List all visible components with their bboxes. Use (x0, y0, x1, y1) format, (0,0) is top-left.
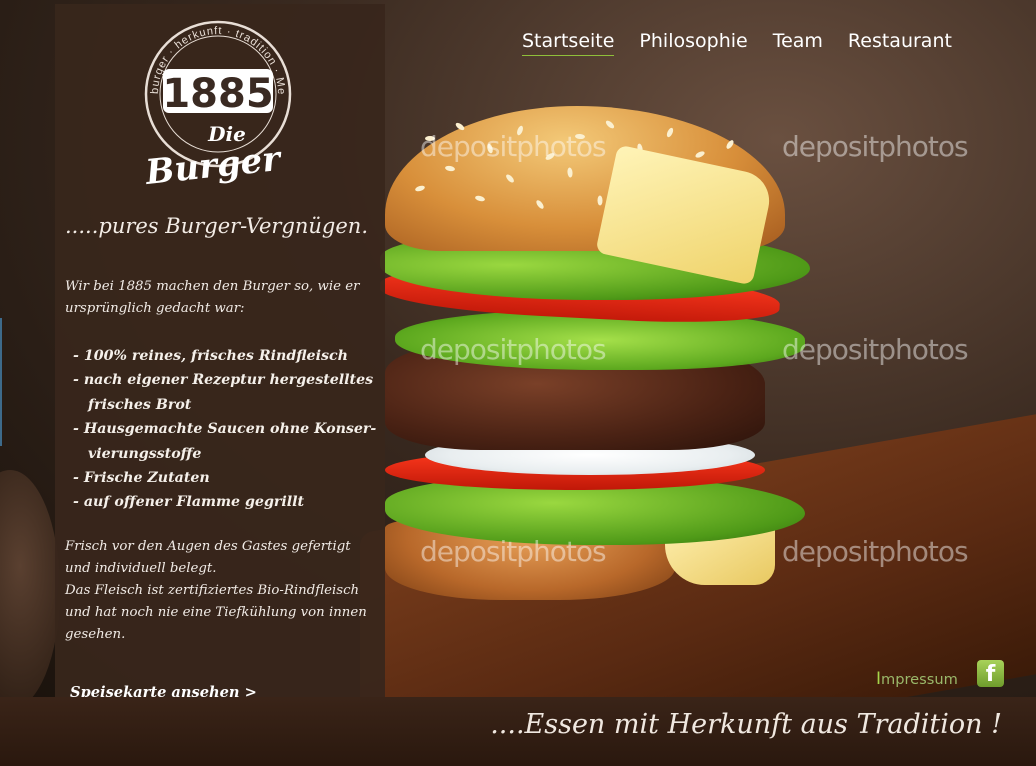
watermark: depositphotos (420, 535, 607, 568)
sesame-seed (534, 199, 546, 210)
feature-item: - 100% reines, frisches Rindfleisch (73, 348, 348, 364)
footer-slogan: ....Essen mit Herkunft aus Tradition ! (490, 709, 1002, 740)
feature-item: - nach eigener Rezeptur hergestelltes fr… (73, 372, 374, 413)
sesame-seed (694, 150, 706, 159)
nav-team[interactable]: Team (773, 30, 823, 56)
watermark: depositphotos (782, 333, 969, 366)
watermark: depositphotos (420, 333, 607, 366)
content-panel: burger · herkunft · tradition · Me … tur… (55, 4, 385, 701)
sesame-seed (566, 167, 574, 178)
window-edge (0, 318, 2, 446)
impressum-label: mpressum (881, 671, 958, 688)
nav-philosophie[interactable]: Philosophie (639, 30, 747, 56)
description-line-2: Das Fleisch ist zertifiziertes Bio-Rindf… (65, 583, 367, 642)
impressum-link[interactable]: Impressum (876, 669, 958, 689)
nav-startseite[interactable]: Startseite (522, 30, 615, 56)
page: depositphotos depositphotos depositphoto… (0, 0, 1036, 766)
footer: ....Essen mit Herkunft aus Tradition ! (0, 697, 1036, 766)
sesame-seed (504, 173, 516, 184)
sesame-seed (597, 195, 603, 206)
sesame-seed (665, 126, 675, 139)
sesame-seed (444, 165, 456, 172)
feature-item: - Hausgemachte Saucen ohne Konser- vieru… (73, 421, 377, 462)
facebook-icon[interactable]: f (977, 660, 1004, 687)
logo-1885-die-burger[interactable]: burger · herkunft · tradition · Me … tur… (141, 17, 295, 187)
side-bowl-decoration (0, 470, 60, 697)
feature-item: - auf offener Flamme gegrillt (73, 494, 305, 511)
logo-number: 1885 (162, 71, 273, 117)
feature-list: - 100% reines, frisches Rindfleisch - na… (73, 344, 393, 515)
tagline: .....pures Burger-Vergnügen. (65, 214, 369, 238)
sesame-seed (474, 194, 486, 203)
sesame-seed (414, 184, 426, 193)
watermark: depositphotos (782, 130, 969, 163)
logo-script-bottom: Burger (143, 139, 284, 187)
nav-restaurant[interactable]: Restaurant (848, 30, 952, 56)
watermark: depositphotos (420, 130, 607, 163)
description-line-1: Frisch vor den Augen des Gastes gefertig… (65, 539, 351, 576)
feature-item: - Frische Zutaten (73, 470, 210, 487)
main-nav: Startseite Philosophie Team Restaurant (522, 30, 977, 56)
watermark: depositphotos (782, 535, 969, 568)
sesame-seed (725, 138, 735, 151)
sesame-seed (604, 119, 616, 130)
description: Frisch vor den Augen des Gastes gefertig… (65, 536, 380, 646)
intro-text: Wir bei 1885 machen den Burger so, wie e… (65, 279, 360, 316)
